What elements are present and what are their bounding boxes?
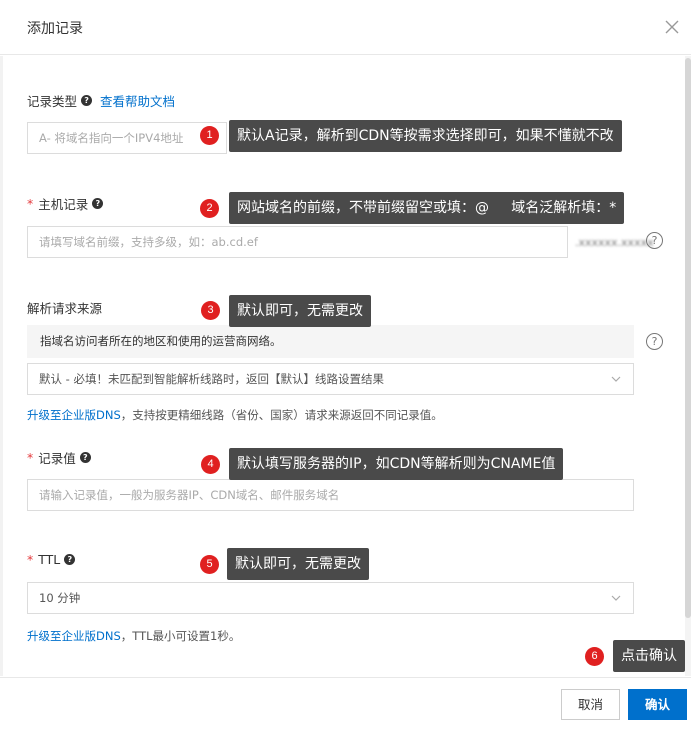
question-icon[interactable]: ? [92,198,104,209]
annotation-badge-1: 1 [200,126,219,145]
chevron-down-icon [611,376,621,382]
confirm-button[interactable]: 确认 [628,689,687,720]
required-mark: * [27,450,34,465]
source-select[interactable]: 默认 - 必填！未匹配到智能解析线路时，返回【默认】线路设置结果 [27,363,634,395]
source-value: 默认 - 必填！未匹配到智能解析线路时，返回【默认】线路设置结果 [39,372,384,386]
ttl-upgrade-hint: 升级至企业版DNS，TTL最小可设置1秒。 [27,628,240,644]
ttl-label: TTL [38,552,61,567]
ttl-label-row: * TTL ? [27,552,76,567]
dialog-title: 添加记录 [27,21,83,37]
annotation-callout-6: 点击确认 [613,640,685,672]
annotation-badge-2: 2 [200,199,219,218]
help-circle-icon[interactable]: ? [646,232,663,249]
annotation-badge-6: 6 [585,647,604,666]
host-label: 主机记录 [38,197,89,212]
source-label: 解析请求来源 [27,301,103,316]
source-upgrade-text: ，支持按更精细线路（省份、国家）请求来源返回不同记录值。 [120,408,443,422]
ttl-value: 10 分钟 [39,591,81,605]
source-label-row: 解析请求来源 [27,298,102,317]
scrollbar-thumb[interactable] [685,58,691,618]
source-upgrade-hint: 升级至企业版DNS，支持按更精细线路（省份、国家）请求来源返回不同记录值。 [27,407,443,423]
help-circle-icon[interactable]: ? [646,333,663,350]
record-type-label-row: 记录类型 ? 查看帮助文档 [27,91,175,110]
left-edge [0,56,3,676]
help-doc-link[interactable]: 查看帮助文档 [100,91,175,110]
required-mark: * [27,196,34,211]
dialog-header: 添加记录 [0,0,691,55]
host-placeholder: 请填写域名前缀，支持多级，如：ab.cd.ef [39,235,258,249]
ttl-upgrade-text: ，TTL最小可设置1秒。 [120,629,241,643]
record-value-placeholder: 请输入记录值，一般为服务器IP、CDN域名、邮件服务域名 [39,488,340,502]
record-value-label: 记录值 [38,451,76,466]
source-description: 指域名访问者所在的地区和使用的运营商网络。 [27,325,634,358]
question-icon[interactable]: ? [81,95,93,106]
host-label-row: * 主机记录 ? [27,194,104,213]
cancel-button[interactable]: 取消 [561,689,620,720]
annotation-badge-5: 5 [200,555,219,574]
annotation-badge-3: 3 [201,301,220,320]
annotation-callout-5: 默认即可，无需更改 [227,548,369,580]
record-type-select[interactable]: A- 将域名指向一个IPV4地址 [27,122,227,154]
question-icon[interactable]: ? [64,554,76,565]
required-mark: * [27,552,34,567]
host-input[interactable]: 请填写域名前缀，支持多级，如：ab.cd.ef [27,226,568,258]
upgrade-enterprise-link[interactable]: 升级至企业版DNS [27,408,121,422]
question-icon[interactable]: ? [79,452,91,463]
annotation-callout-4: 默认填写服务器的IP，如CDN等解析则为CNAME值 [229,448,564,480]
close-icon[interactable] [663,18,681,36]
upgrade-enterprise-link[interactable]: 升级至企业版DNS [27,629,121,643]
record-value-label-row: * 记录值 ? [27,448,91,467]
annotation-callout-2: 网站域名的前缀，不带前缀留空或填：@ 域名泛解析填：* [229,192,625,224]
chevron-down-icon [611,595,621,601]
record-type-value: A- 将域名指向一个IPV4地址 [39,131,184,145]
annotation-callout-1: 默认A记录，解析到CDN等按需求选择即可，如果不懂就不改 [229,120,622,152]
domain-suffix-blurred: .xxxxxx.xxxxx [575,236,654,249]
ttl-select[interactable]: 10 分钟 [27,582,634,614]
record-value-input[interactable]: 请输入记录值，一般为服务器IP、CDN域名、邮件服务域名 [27,479,634,511]
annotation-badge-4: 4 [201,455,220,474]
record-type-label: 记录类型 [27,94,78,109]
annotation-callout-3: 默认即可，无需更改 [229,295,371,327]
